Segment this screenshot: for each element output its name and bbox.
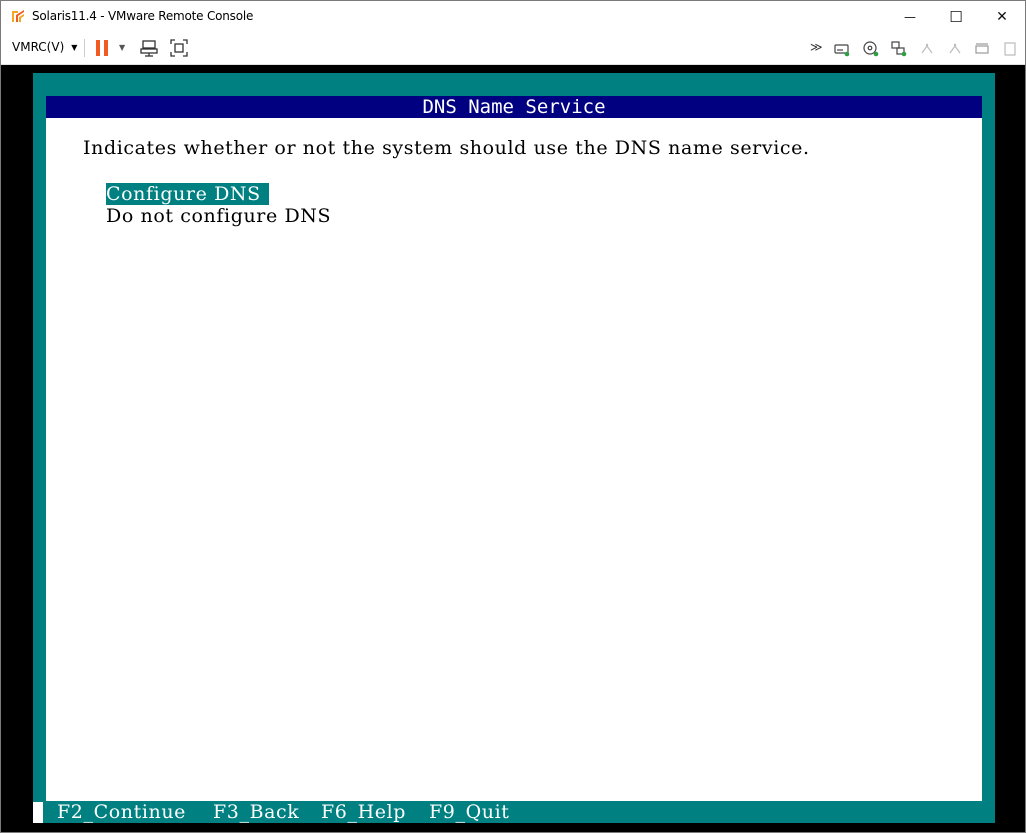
more-icon[interactable]: ≫	[810, 40, 826, 56]
usb-icon-2[interactable]	[947, 41, 963, 57]
chevron-down-icon: ▼	[71, 42, 78, 52]
cd-dvd-icon[interactable]	[863, 41, 879, 57]
title-bar: Solaris11.4 - VMware Remote Console — ☐ …	[1, 1, 1025, 32]
f3-back-key[interactable]: F3_Back	[213, 801, 299, 823]
hard-disk-icon[interactable]	[834, 41, 850, 57]
vmrc-menu-button[interactable]: VMRC(V) ▼	[12, 40, 77, 54]
close-icon: ✕	[996, 8, 1008, 25]
device-icon[interactable]	[1002, 41, 1018, 57]
vmware-app-icon	[12, 10, 24, 22]
option-configure-dns[interactable]: Configure DNS	[106, 183, 269, 205]
screen-header: DNS Name Service	[46, 96, 982, 118]
close-button[interactable]: ✕	[979, 1, 1025, 32]
send-ctrl-alt-del-icon[interactable]	[140, 39, 158, 57]
option-do-not-configure-dns[interactable]: Do not configure DNS	[106, 205, 331, 227]
function-key-bar: F2_Continue F3_Back F6_Help F9_Quit	[33, 801, 995, 823]
f9-quit-key[interactable]: F9_Quit	[429, 801, 510, 823]
pause-icon[interactable]	[96, 40, 110, 56]
f2-continue-key[interactable]: F2_Continue	[57, 801, 186, 823]
usb-icon[interactable]	[919, 41, 935, 57]
network-adapter-icon[interactable]	[891, 41, 907, 57]
vmrc-window: Solaris11.4 - VMware Remote Console — ☐ …	[0, 0, 1026, 833]
printer-icon[interactable]	[974, 41, 990, 57]
fullscreen-icon[interactable]	[170, 39, 188, 57]
f6-help-key[interactable]: F6_Help	[321, 801, 406, 823]
window-title: Solaris11.4 - VMware Remote Console	[32, 9, 254, 23]
minimize-button[interactable]: —	[887, 1, 933, 32]
toolbar: VMRC(V) ▼ ▼ ≫	[1, 32, 1025, 65]
minimize-icon: —	[904, 9, 916, 24]
text-cursor	[33, 802, 43, 823]
screen-description: Indicates whether or not the system shou…	[83, 137, 810, 159]
guest-console[interactable]: DNS Name Service Indicates whether or no…	[33, 73, 995, 823]
maximize-icon: ☐	[949, 7, 963, 26]
toolbar-divider	[84, 39, 85, 57]
vmrc-menu-label: VMRC(V)	[12, 40, 65, 54]
power-options-chevron-icon[interactable]: ▼	[119, 43, 125, 52]
installer-screen: DNS Name Service Indicates whether or no…	[46, 96, 982, 801]
maximize-button[interactable]: ☐	[933, 1, 979, 32]
